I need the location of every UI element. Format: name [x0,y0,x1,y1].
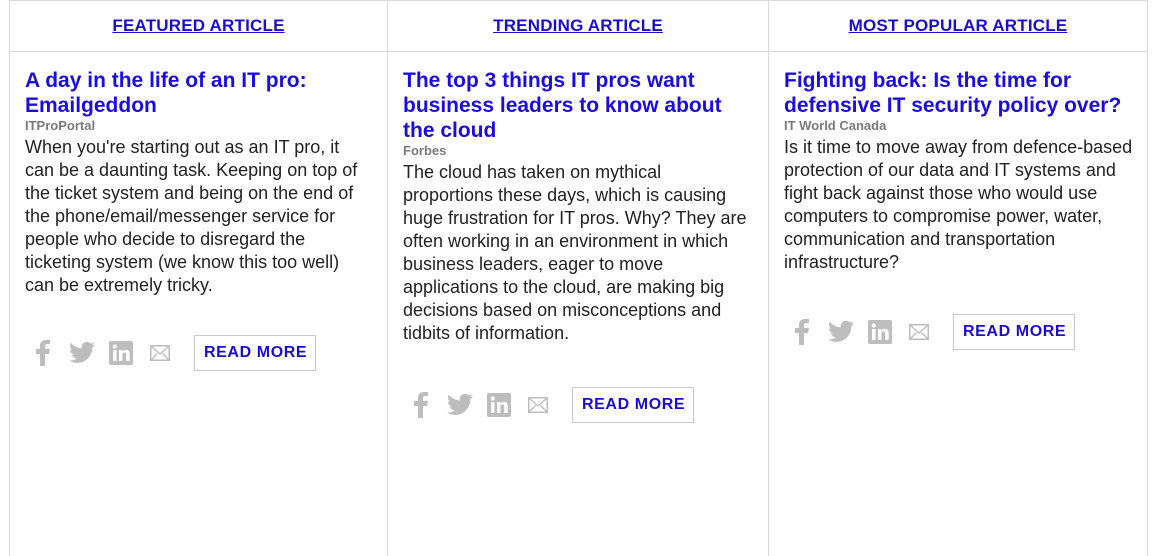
facebook-icon[interactable] [408,392,434,418]
read-more-button[interactable]: READ MORE [194,335,317,371]
linkedin-icon[interactable] [486,392,512,418]
share-bar: READ MORE [25,335,373,371]
article-grid: FEATURED ARTICLE A day in the life of an… [9,0,1148,556]
featured-article-link[interactable]: FEATURED ARTICLE [112,16,284,36]
featured-article-column: FEATURED ARTICLE A day in the life of an… [9,1,388,556]
article-body: Fighting back: Is the time for defensive… [769,52,1147,350]
article-body: The top 3 things IT pros want business l… [388,52,768,423]
read-more-button[interactable]: READ MORE [953,314,1076,350]
facebook-icon[interactable] [789,319,815,345]
article-title[interactable]: Fighting back: Is the time for defensive… [784,68,1133,118]
twitter-icon[interactable] [828,319,854,345]
article-source: ITProPortal [25,118,96,133]
article-body: A day in the life of an IT pro: Emailged… [10,52,387,371]
article-title[interactable]: A day in the life of an IT pro: Emailged… [25,68,373,118]
email-icon[interactable] [906,319,932,345]
twitter-icon[interactable] [69,340,95,366]
share-bar: READ MORE [403,387,754,423]
article-description: The cloud has taken on mythical proporti… [403,162,747,343]
twitter-icon[interactable] [447,392,473,418]
email-icon[interactable] [147,340,173,366]
email-icon[interactable] [525,392,551,418]
read-more-button[interactable]: READ MORE [572,387,695,423]
column-header: MOST POPULAR ARTICLE [769,1,1147,52]
column-header: TRENDING ARTICLE [388,1,768,52]
linkedin-icon[interactable] [867,319,893,345]
most-popular-article-link[interactable]: MOST POPULAR ARTICLE [849,16,1068,36]
most-popular-article-column: MOST POPULAR ARTICLE Fighting back: Is t… [769,1,1148,556]
article-description: Is it time to move away from defence-bas… [784,137,1133,272]
linkedin-icon[interactable] [108,340,134,366]
share-bar: READ MORE [784,314,1133,350]
article-source: Forbes [403,143,447,158]
article-source: IT World Canada [784,118,887,133]
trending-article-column: TRENDING ARTICLE The top 3 things IT pro… [388,1,769,556]
column-header: FEATURED ARTICLE [10,1,387,52]
facebook-icon[interactable] [30,340,56,366]
trending-article-link[interactable]: TRENDING ARTICLE [493,16,663,36]
article-title[interactable]: The top 3 things IT pros want business l… [403,68,754,143]
article-description: When you're starting out as an IT pro, i… [25,137,358,295]
